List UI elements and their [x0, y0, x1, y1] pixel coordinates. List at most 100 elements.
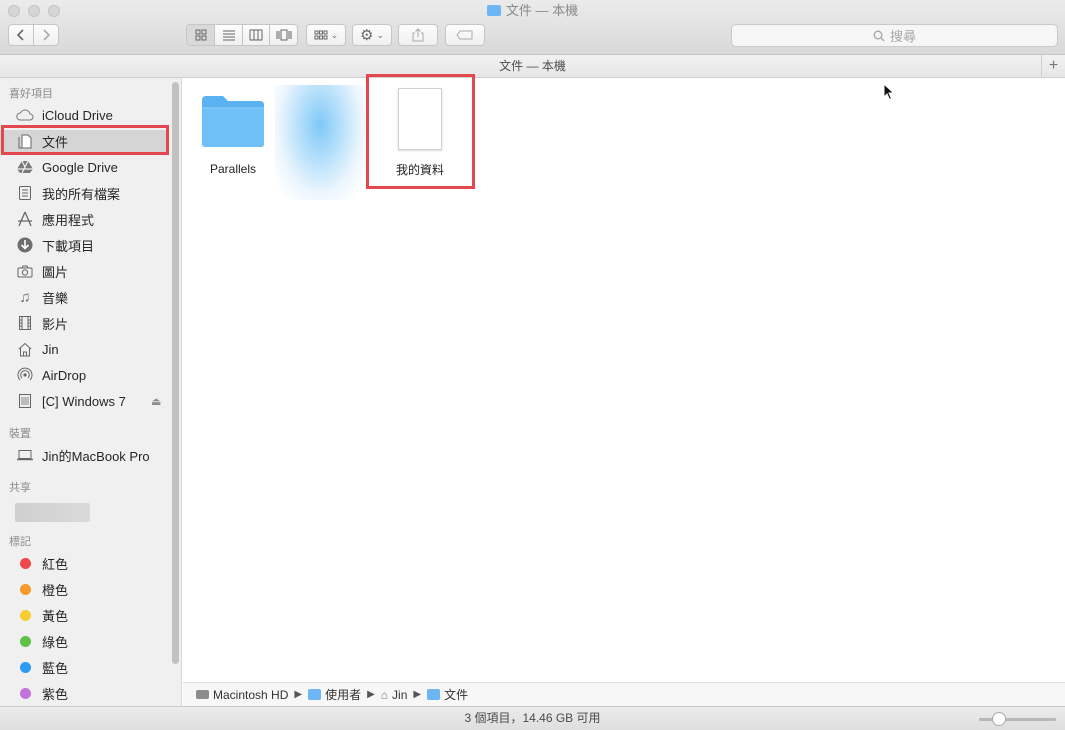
tag-green[interactable]: 綠色: [14, 630, 68, 652]
sidebar-item-label: AirDrop: [42, 367, 87, 383]
file-item-parallels[interactable]: Parallels: [200, 92, 266, 182]
sidebar-item-label: Jin的MacBook Pro: [42, 448, 150, 464]
tag-icon: [456, 30, 473, 40]
favorites-header: 喜好項目: [9, 88, 53, 100]
chevron-right-icon: [43, 29, 51, 41]
sidebar-item-icloud-drive[interactable]: iCloud Drive: [14, 104, 113, 126]
tags-button[interactable]: [445, 24, 485, 46]
tag-dot-icon: [14, 606, 36, 624]
path-bar: Macintosh HD ▶ 使用者 ▶ ⌂ Jin ▶ 文件: [183, 682, 1065, 706]
toolbar: 文件 — 本機 ⌄ ⚙ ⌄ 搜尋: [0, 0, 1065, 55]
tag-dot-icon: [14, 658, 36, 676]
gear-icon: ⚙: [360, 27, 374, 44]
chevron-right-icon: ▶: [413, 689, 422, 700]
tag-dot-icon: [14, 684, 36, 702]
forward-button[interactable]: [34, 25, 58, 45]
film-icon: [14, 314, 36, 332]
camera-icon: [14, 262, 36, 280]
tag-label: 藍色: [42, 660, 69, 676]
arrange-button[interactable]: ⌄: [306, 24, 346, 46]
tag-red[interactable]: 紅色: [14, 552, 68, 574]
sidebar-item-macbook-pro[interactable]: Jin的MacBook Pro: [14, 444, 150, 466]
sidebar-item-music[interactable]: ♫ 音樂: [14, 286, 68, 308]
highlight-box-my-data: [366, 74, 475, 189]
sidebar-scrollbar[interactable]: [172, 82, 179, 664]
home-icon: [14, 340, 36, 358]
status-bar: 3 個項目，14.46 GB 可用: [0, 706, 1065, 730]
tab-header: 文件 — 本機 +: [0, 55, 1065, 78]
path-item-label: 使用者: [325, 688, 362, 702]
home-icon: ⌂: [380, 687, 389, 702]
tag-label: 橙色: [42, 582, 69, 598]
add-tab-button[interactable]: +: [1041, 55, 1065, 77]
shared-item-redacted[interactable]: [15, 503, 90, 522]
chevron-down-icon: ⌄: [330, 29, 339, 40]
back-button[interactable]: [9, 25, 34, 45]
tag-purple[interactable]: 紫色: [14, 682, 68, 704]
tag-label: 紫色: [42, 686, 69, 702]
path-item-documents[interactable]: 文件: [427, 686, 468, 703]
music-note-icon: ♫: [19, 288, 31, 306]
laptop-icon: [14, 446, 36, 464]
view-mode-selector: [186, 24, 298, 46]
chevron-down-icon: ⌄: [376, 29, 384, 40]
path-item-macintosh-hd[interactable]: Macintosh HD: [196, 688, 288, 702]
sidebar-item-all-my-files[interactable]: 我的所有檔案: [14, 182, 120, 204]
tab-title: 文件 — 本機: [499, 59, 566, 73]
icon-view-icon: [195, 29, 206, 41]
icon-size-slider[interactable]: [979, 718, 1056, 721]
devices-header: 裝置: [9, 428, 31, 440]
sidebar-item-downloads[interactable]: 下載項目: [14, 234, 94, 256]
status-text: 3 個項目，14.46 GB 可用: [464, 711, 601, 725]
sidebar-item-label: 音樂: [42, 290, 69, 306]
tag-yellow[interactable]: 黃色: [14, 604, 68, 626]
list-view-button[interactable]: [215, 25, 243, 45]
sidebar: 喜好項目 iCloud Drive 文件 Google Drive 我的所有檔案…: [0, 78, 182, 706]
path-item-home[interactable]: ⌂ Jin: [381, 688, 408, 702]
share-button[interactable]: [398, 24, 438, 46]
cover-flow-view-button[interactable]: [270, 25, 297, 45]
shared-header: 共享: [9, 482, 31, 494]
applications-icon: [14, 210, 36, 228]
column-view-button[interactable]: [243, 25, 270, 45]
sidebar-item-airdrop[interactable]: AirDrop: [14, 364, 86, 386]
icon-view-button[interactable]: [187, 25, 215, 45]
tag-blue[interactable]: 藍色: [14, 656, 68, 678]
arrange-grid-icon: [314, 30, 328, 39]
path-item-users[interactable]: 使用者: [308, 686, 361, 703]
eject-icon[interactable]: ⏏: [151, 395, 161, 408]
sidebar-item-google-drive[interactable]: Google Drive: [14, 156, 118, 178]
sidebar-item-label: 圖片: [42, 264, 69, 280]
column-view-icon: [249, 29, 263, 41]
google-drive-icon: [14, 158, 36, 176]
cover-flow-icon: [276, 29, 291, 41]
file-browser: Parallels 我的資料: [183, 78, 1065, 682]
sidebar-item-applications[interactable]: 應用程式: [14, 208, 94, 230]
list-view-icon: [222, 30, 235, 41]
tag-orange[interactable]: 橙色: [14, 578, 68, 600]
path-item-label: Jin: [392, 687, 408, 702]
path-item-label: Macintosh HD: [213, 687, 289, 702]
sidebar-item-label: Google Drive: [42, 159, 118, 175]
sidebar-item-pictures[interactable]: 圖片: [14, 260, 68, 282]
tag-dot-icon: [14, 632, 36, 650]
search-field[interactable]: 搜尋: [731, 24, 1058, 47]
highlight-box-documents: [1, 125, 169, 155]
action-button[interactable]: ⚙ ⌄: [352, 24, 392, 46]
file-item-redacted[interactable]: [275, 85, 365, 200]
sidebar-item-windows-7[interactable]: [C] Windows 7: [14, 390, 126, 412]
sidebar-item-movies[interactable]: 影片: [14, 312, 68, 334]
search-icon: [873, 30, 885, 41]
window-title: 文件 — 本機: [0, 3, 1065, 19]
icon-size-slider-knob[interactable]: [992, 712, 1006, 726]
sidebar-item-label: Jin: [42, 341, 59, 357]
tag-label: 紅色: [42, 556, 69, 572]
tag-label: 綠色: [42, 634, 69, 650]
sidebar-item-label: 下載項目: [42, 238, 95, 254]
file-name: Parallels: [209, 162, 257, 176]
folder-icon: [202, 96, 264, 147]
cloud-icon: [14, 106, 36, 124]
tag-dot-icon: [14, 554, 36, 572]
chevron-right-icon: ▶: [294, 689, 303, 700]
sidebar-item-home[interactable]: Jin: [14, 338, 59, 360]
